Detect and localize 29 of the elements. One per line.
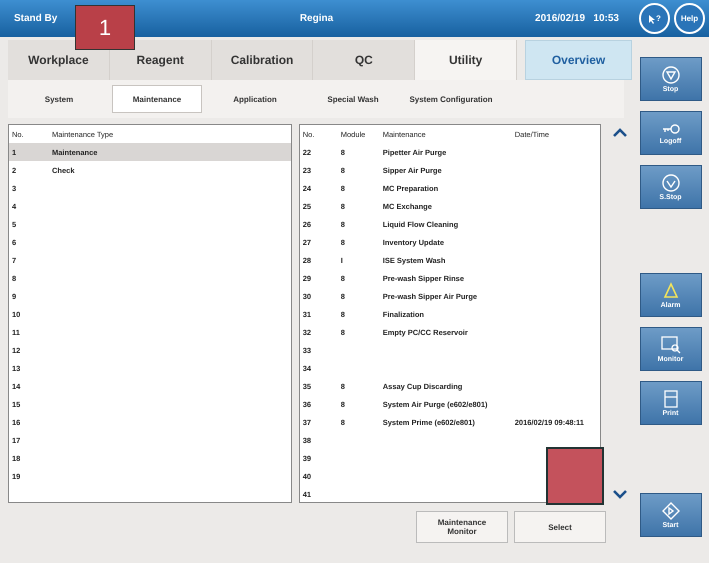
key-icon <box>660 122 680 136</box>
main-tab[interactable]: Utility <box>415 40 518 80</box>
status-text: Stand By <box>14 13 58 24</box>
main-tab[interactable]: Workplace <box>8 40 110 80</box>
sub-tab[interactable]: System Configuration <box>406 85 496 113</box>
sampling-stop-icon <box>662 174 680 192</box>
scroll-up-icon[interactable] <box>612 128 628 138</box>
monitor-icon <box>660 336 680 354</box>
callout-label: 1 <box>75 5 135 50</box>
user-name: Regina <box>300 13 334 24</box>
pointer-icon <box>648 14 656 24</box>
scroll-down-icon[interactable] <box>612 489 628 499</box>
monitor-button[interactable]: Maintenance Monitor <box>416 511 508 543</box>
start-icon <box>662 502 680 520</box>
select-button[interactable]: Select <box>514 511 606 543</box>
main-tab[interactable]: QC <box>313 40 416 80</box>
sub-tab[interactable]: Special Wash <box>308 85 398 113</box>
sub-tab[interactable]: Application <box>210 85 300 113</box>
sub-tab[interactable]: System <box>14 85 104 113</box>
date-time: 2016/02/19 10:53 <box>535 13 619 24</box>
stop-icon <box>662 66 680 84</box>
context-help-button[interactable]: ? <box>639 3 670 34</box>
sub-tab[interactable]: Maintenance <box>112 85 202 113</box>
help-button[interactable]: Help <box>674 3 705 34</box>
annotation-marker <box>546 447 604 505</box>
printer-icon <box>662 390 678 408</box>
main-tab[interactable]: Calibration <box>212 40 314 80</box>
main-tab[interactable]: Reagent <box>110 40 212 80</box>
overview-button[interactable]: Overview <box>525 40 632 80</box>
